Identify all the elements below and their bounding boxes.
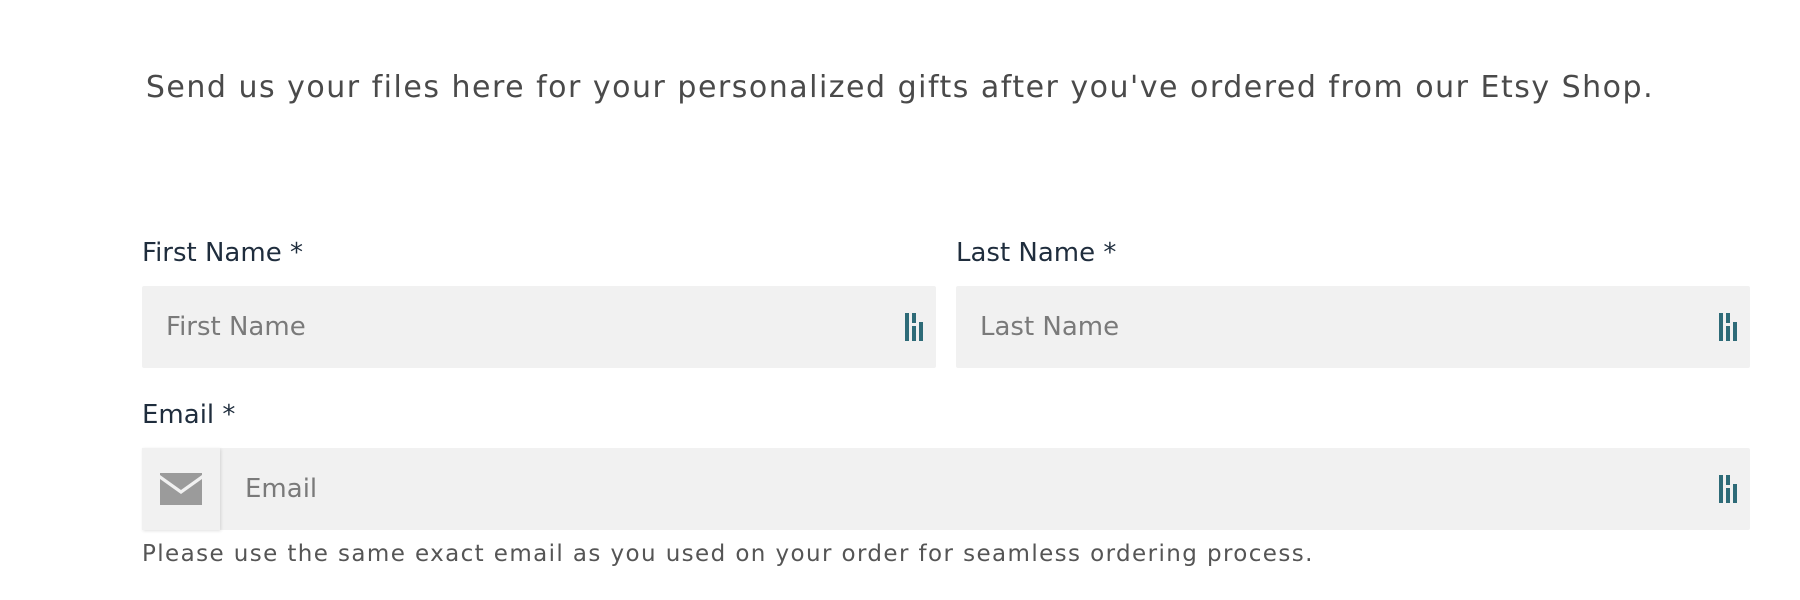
first-name-placeholder: First Name xyxy=(166,312,306,342)
first-name-label: First Name * xyxy=(142,238,303,268)
last-name-label: Last Name * xyxy=(956,238,1117,268)
dashlane-autofill-icon[interactable] xyxy=(1718,474,1740,504)
email-icon-addon xyxy=(142,448,220,530)
intro-text: Send us your files here for your persona… xyxy=(145,70,1655,105)
email-field[interactable]: Email xyxy=(142,448,1750,530)
contact-form-page: Send us your files here for your persona… xyxy=(0,0,1800,600)
email-help-text: Please use the same exact email as you u… xyxy=(142,541,1314,567)
first-name-field[interactable]: First Name xyxy=(142,286,936,368)
dashlane-autofill-icon[interactable] xyxy=(904,312,926,342)
last-name-field[interactable]: Last Name xyxy=(956,286,1750,368)
last-name-placeholder: Last Name xyxy=(980,312,1120,342)
email-label: Email * xyxy=(142,400,236,430)
envelope-icon xyxy=(160,473,202,505)
email-placeholder: Email xyxy=(245,474,318,504)
dashlane-autofill-icon[interactable] xyxy=(1718,312,1740,342)
